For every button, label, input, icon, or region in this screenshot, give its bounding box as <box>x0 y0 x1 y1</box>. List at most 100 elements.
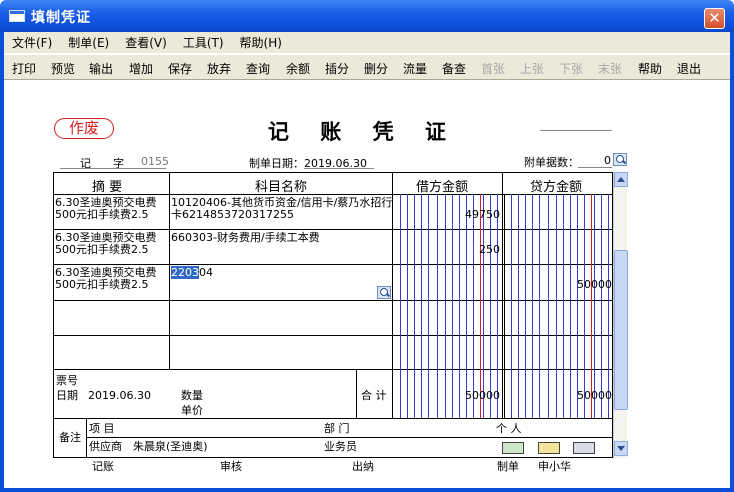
id-card-icon[interactable] <box>538 442 560 454</box>
debit-digit-line-10 <box>473 194 474 418</box>
toolbar-button-9[interactable]: 删分 <box>364 60 388 77</box>
header-summary: 摘 要 <box>92 180 123 195</box>
frame-bottom <box>0 488 734 492</box>
row-border-4 <box>53 335 613 336</box>
menu-edit[interactable]: 制单(E) <box>68 34 109 51</box>
row1-account[interactable]: 10120406-其他货币资金/信用卡/蔡乃水招行卡62148537203172… <box>171 197 393 221</box>
toolbar-button-13: 上张 <box>520 62 545 76</box>
price-label: 单价 <box>181 404 203 417</box>
supplier-label: 供应商 <box>89 440 122 453</box>
credit-left-line <box>504 194 505 418</box>
person-label: 个 人 <box>496 422 522 435</box>
remark-mid-border <box>86 437 613 438</box>
row2-summary[interactable]: 6.30圣迪奥预交电费500元扣手续费2.5 <box>55 232 167 256</box>
debit-digit-line-6 <box>445 194 446 418</box>
bottom-border <box>53 457 613 458</box>
row3-credit[interactable]: 50000 <box>552 278 612 291</box>
menu-help[interactable]: 帮助(H) <box>240 34 282 51</box>
row-border-1 <box>53 229 613 230</box>
debit-digit-line-2 <box>414 194 415 418</box>
voucher-no-underline <box>60 168 166 169</box>
credit-digit-line-9 <box>577 194 578 418</box>
scroll-thumb[interactable] <box>614 250 628 410</box>
scroll-up-button[interactable] <box>614 172 628 187</box>
credit-digit-line-5 <box>548 194 549 418</box>
row1-summary[interactable]: 6.30圣迪奥预交电费500元扣手续费2.5 <box>55 197 167 221</box>
header-account: 科目名称 <box>255 180 308 195</box>
footer-date-value: 2019.06.30 <box>88 389 151 402</box>
attachment-count[interactable]: 0 <box>604 154 611 167</box>
row2-account[interactable]: 660303-财务费用/手续工本费 <box>171 232 393 244</box>
toolbar-button-1[interactable]: 预览 <box>51 60 75 77</box>
toolbar-button-3[interactable]: 增加 <box>129 60 153 77</box>
project-label: 项 目 <box>89 422 115 435</box>
credit-digit-line-12 <box>601 194 602 418</box>
menu-tools[interactable]: 工具(T) <box>183 34 224 51</box>
debit-digit-line-4 <box>428 194 429 418</box>
debit-digit-line-8 <box>459 194 460 418</box>
menu-bar: 文件(F) 制单(E) 查看(V) 工具(T) 帮助(H) <box>4 32 730 53</box>
row3-account-rest: 04 <box>199 266 213 279</box>
col-remark-right <box>86 418 87 457</box>
credit-decimal-line <box>591 194 592 418</box>
toolbar-button-7[interactable]: 余额 <box>286 60 310 77</box>
detail-icon[interactable] <box>573 442 595 454</box>
credit-digit-line-6 <box>556 194 557 418</box>
remark-label: 备注 <box>59 431 81 444</box>
debit-digit-line-1 <box>407 194 408 418</box>
dept-label: 部 门 <box>324 422 350 435</box>
row3-summary[interactable]: 6.30圣迪奥预交电费500元扣手续费2.5 <box>55 267 167 291</box>
row3-account-input[interactable]: 220304 <box>171 266 213 279</box>
toolbar-button-10[interactable]: 流量 <box>403 60 427 77</box>
title-bar: 填制凭证 ✕ <box>0 0 734 32</box>
title-underline <box>540 130 612 131</box>
account-lookup-icon[interactable] <box>377 286 391 299</box>
credit-digit-line-8 <box>570 194 571 418</box>
scroll-down-icon <box>617 446 625 451</box>
credit-digit-line-11 <box>594 194 595 418</box>
card-icon[interactable] <box>502 442 524 454</box>
frame-right <box>730 32 734 492</box>
close-button[interactable]: ✕ <box>704 8 725 29</box>
debit-digit-line-5 <box>437 194 438 418</box>
toolbar-button-17[interactable]: 退出 <box>677 60 701 77</box>
toolbar-button-15: 末张 <box>598 62 623 76</box>
void-stamp: 作废 <box>54 118 114 139</box>
menu-file[interactable]: 文件(F) <box>12 34 52 51</box>
row-border-2 <box>53 264 613 265</box>
scroll-up-icon <box>617 177 625 182</box>
row-border-5 <box>53 369 613 370</box>
debit-digit-line-13 <box>497 194 498 418</box>
menu-view[interactable]: 查看(V) <box>125 34 167 51</box>
toolbar-button-11[interactable]: 备查 <box>442 60 466 77</box>
credit-digit-line-10 <box>584 194 585 418</box>
qty-label: 数量 <box>181 389 203 402</box>
debit-digit-line-11 <box>483 194 484 418</box>
toolbar-button-8[interactable]: 插分 <box>325 60 349 77</box>
sign-audit: 审核 <box>220 460 242 473</box>
toolbar-button-16[interactable]: 帮助 <box>638 60 662 77</box>
debit-decimal-line <box>480 194 481 418</box>
header-credit: 贷方金额 <box>530 180 583 195</box>
remark-border <box>53 418 613 419</box>
window-icon <box>9 10 25 22</box>
toolbar-button-4[interactable]: 保存 <box>168 60 192 77</box>
total-label: 合 计 <box>361 389 387 402</box>
debit-digit-line-9 <box>466 194 467 418</box>
row2-debit[interactable]: 250 <box>440 243 500 256</box>
credit-digit-line-3 <box>532 194 533 418</box>
toolbar-button-2[interactable]: 输出 <box>89 60 113 77</box>
vertical-scrollbar[interactable] <box>613 172 628 458</box>
toolbar-button-0[interactable]: 打印 <box>12 60 36 77</box>
toolbar-button-14: 下张 <box>559 62 584 76</box>
toolbar-button-6[interactable]: 查询 <box>246 60 270 77</box>
header-debit: 借方金额 <box>416 180 469 195</box>
attachment-search-icon[interactable] <box>613 153 627 166</box>
voucher-title: 记 账 凭 证 <box>268 119 458 144</box>
toolbar-button-12: 首张 <box>481 62 506 76</box>
row1-debit[interactable]: 49750 <box>440 208 500 221</box>
scroll-down-button[interactable] <box>614 441 628 456</box>
toolbar-button-5[interactable]: 放弃 <box>207 60 231 77</box>
ticket-label: 票号 <box>56 374 78 387</box>
credit-digit-line-2 <box>525 194 526 418</box>
